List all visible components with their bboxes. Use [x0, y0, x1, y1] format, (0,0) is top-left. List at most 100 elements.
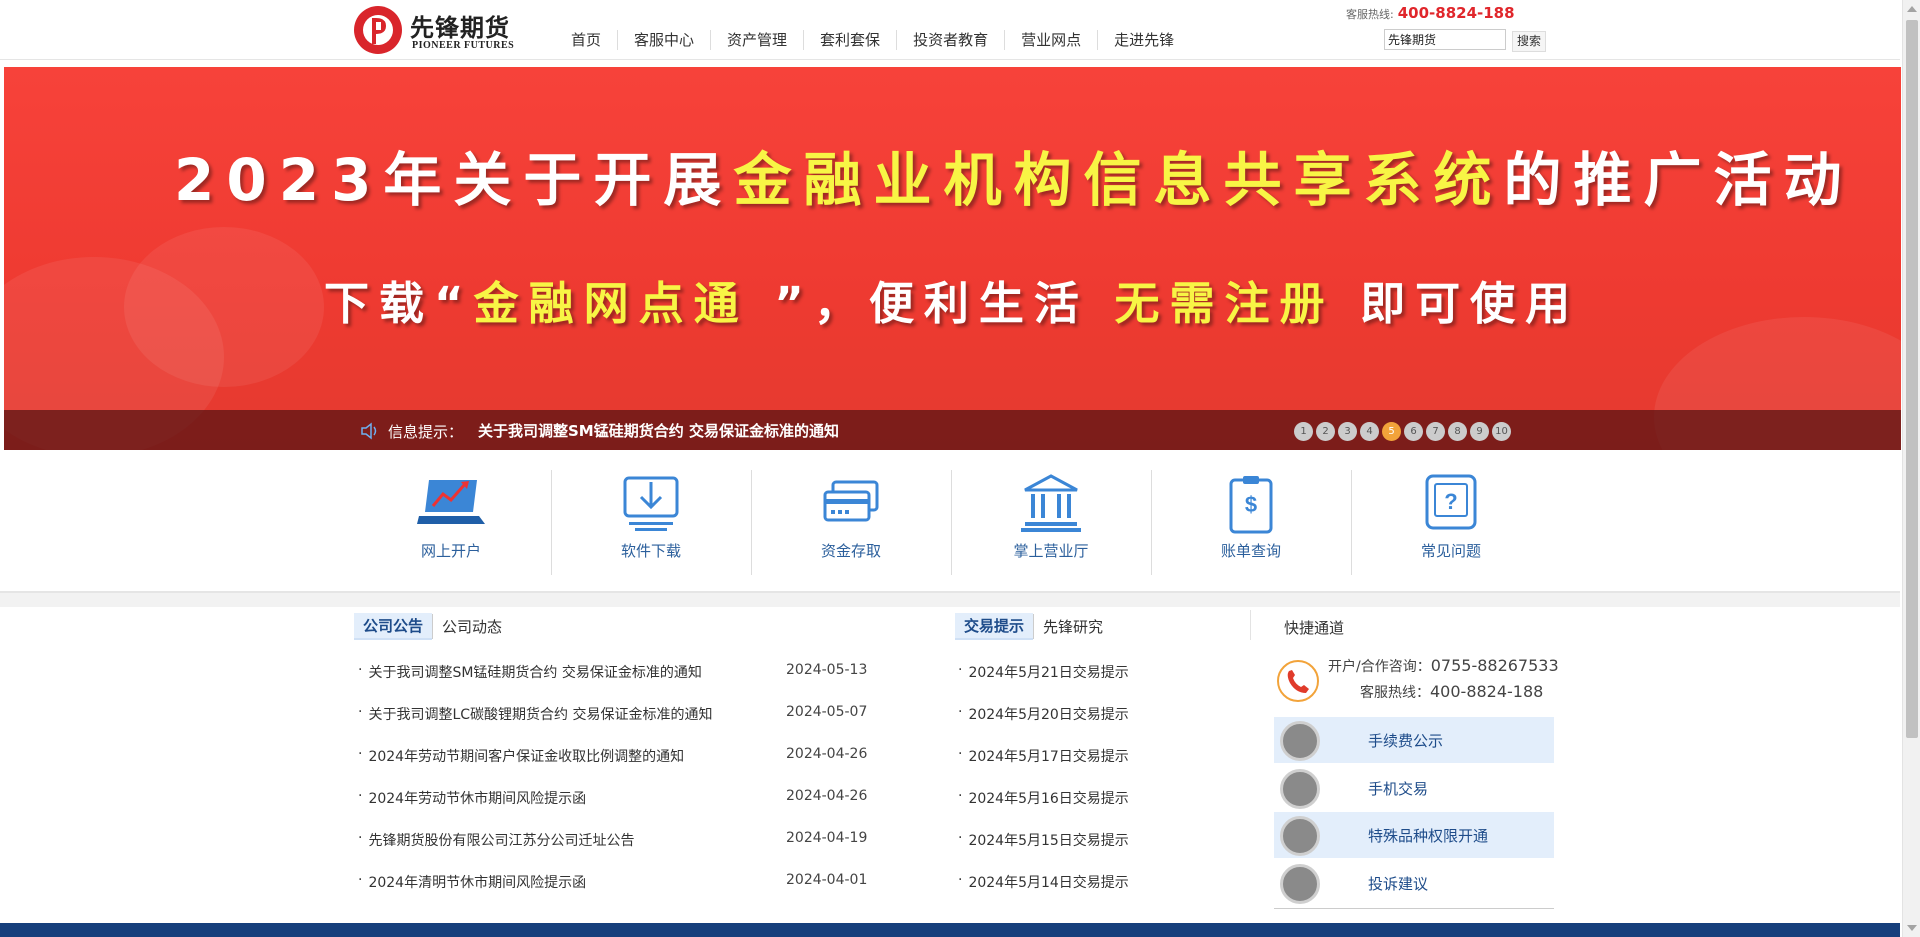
- tab-trading-tips[interactable]: 交易提示: [955, 613, 1034, 640]
- news-title[interactable]: 2024年劳动节期间客户保证金收取比例调整的通知: [368, 746, 684, 788]
- list-item[interactable]: · 2024年5月16日交易提示: [958, 788, 1218, 830]
- list-item[interactable]: · 2024年5月14日交易提示: [958, 872, 1218, 914]
- slide-dot[interactable]: 8: [1448, 422, 1467, 441]
- slide-dot[interactable]: 4: [1360, 422, 1379, 441]
- section-divider: [0, 592, 1900, 607]
- shortcut-mobile-trading[interactable]: 手机交易: [1274, 765, 1554, 811]
- list-item[interactable]: · 2024年5月20日交易提示: [958, 704, 1218, 746]
- nav-asset[interactable]: 资产管理: [711, 30, 805, 50]
- quick-statement[interactable]: $ 账单查询: [1151, 472, 1351, 580]
- news-title[interactable]: 2024年5月21日交易提示: [968, 662, 1128, 704]
- search-input[interactable]: [1384, 29, 1506, 50]
- hotline: 客服热线: 400-8824-188: [1346, 4, 1515, 22]
- list-item[interactable]: · 2024年清明节休市期间风险提示函 2024-04-01: [358, 872, 878, 914]
- bullet: ·: [958, 788, 963, 804]
- tab-company-news[interactable]: 公司动态: [432, 614, 511, 639]
- bullet: ·: [958, 872, 963, 888]
- news-title[interactable]: 关于我司调整SM锰硅期货合约 交易保证金标准的通知: [368, 662, 701, 704]
- scroll-thumb[interactable]: [1906, 20, 1918, 738]
- phone-icon: [1277, 660, 1319, 702]
- quick-label: 常见问题: [1420, 542, 1481, 560]
- quick-label: 资金存取: [820, 542, 881, 560]
- logo[interactable]: 先锋期货 PIONEER FUTURES: [352, 4, 527, 54]
- tab-company-notice[interactable]: 公司公告: [354, 613, 433, 640]
- list-item[interactable]: · 2024年5月17日交易提示: [958, 746, 1218, 788]
- slide-dot[interactable]: 3: [1338, 422, 1357, 441]
- news-title[interactable]: 2024年5月14日交易提示: [968, 872, 1128, 914]
- laptop-chart-icon: [417, 480, 485, 524]
- scroll-up-icon[interactable]: [1907, 6, 1917, 12]
- notice-label: 信息提示：: [388, 423, 464, 441]
- slide-dot[interactable]: 6: [1404, 422, 1423, 441]
- contact-consult: 开户/合作咨询：0755-88267533: [1328, 656, 1559, 676]
- news-title[interactable]: 2024年5月16日交易提示: [968, 788, 1128, 830]
- banner-subline-highlight: 金融网点通: [473, 277, 775, 330]
- news-title[interactable]: 2024年清明节休市期间风险提示函: [368, 872, 586, 914]
- list-item[interactable]: · 关于我司调整SM锰硅期货合约 交易保证金标准的通知 2024-05-13: [358, 662, 878, 704]
- list-item[interactable]: · 先锋期货股份有限公司江苏分公司迁址公告 2024-04-19: [358, 830, 878, 872]
- shortcut-complaints[interactable]: 投诉建议: [1274, 860, 1554, 906]
- slide-dot[interactable]: 9: [1470, 422, 1489, 441]
- banner-subline-part: ”，便利生活: [774, 277, 1115, 330]
- download-icon: [1280, 769, 1320, 809]
- scroll-down-icon[interactable]: [1907, 925, 1917, 931]
- question-icon: ?: [1425, 474, 1477, 530]
- trading-list: · 2024年5月21日交易提示 · 2024年5月20日交易提示 · 2024年5月…: [958, 662, 1218, 914]
- logo-text-cn: 先锋期货: [410, 13, 510, 42]
- banner-headline-part: 的推广活动: [1503, 146, 1854, 214]
- nav-about[interactable]: 走进先锋: [1098, 30, 1190, 50]
- nav-education[interactable]: 投资者教育: [897, 30, 1006, 50]
- quick-mobile-hall[interactable]: 掌上营业厅: [951, 472, 1151, 580]
- bullet: ·: [358, 830, 363, 846]
- news-title[interactable]: 先锋期货股份有限公司江苏分公司迁址公告: [368, 830, 634, 872]
- slide-dot-active[interactable]: 5: [1382, 422, 1401, 441]
- tab-research[interactable]: 先锋研究: [1033, 614, 1112, 639]
- printer-icon: [1280, 816, 1320, 856]
- divider: [1250, 610, 1251, 640]
- bullet: ·: [358, 704, 363, 720]
- bullet: ·: [958, 830, 963, 846]
- news-title[interactable]: 关于我司调整LC碳酸锂期货合约 交易保证金标准的通知: [368, 704, 712, 746]
- nav-home[interactable]: 首页: [555, 30, 619, 50]
- search-button[interactable]: 搜索: [1512, 31, 1546, 52]
- news-title[interactable]: 2024年劳动节休市期间风险提示函: [368, 788, 586, 830]
- nav-service[interactable]: 客服中心: [618, 30, 712, 50]
- contact-block: 开户/合作咨询：0755-88267533 客服热线：400-8824-188: [1276, 654, 1559, 714]
- banner-subline-part: 即可使用: [1334, 277, 1581, 330]
- news-title[interactable]: 2024年5月17日交易提示: [968, 746, 1128, 788]
- list-item[interactable]: · 2024年5月15日交易提示: [958, 830, 1218, 872]
- hotline-label: 客服热线:: [1346, 8, 1394, 21]
- bullet: ·: [358, 746, 363, 762]
- contact-label: 开户/合作咨询：: [1328, 659, 1431, 675]
- slide-dot[interactable]: 7: [1426, 422, 1445, 441]
- news-date: 2024-04-26: [786, 788, 868, 804]
- list-item[interactable]: · 2024年劳动节期间客户保证金收取比例调整的通知 2024-04-26: [358, 746, 878, 788]
- vertical-scrollbar[interactable]: [1902, 0, 1920, 937]
- news-title[interactable]: 2024年5月15日交易提示: [968, 830, 1128, 872]
- news-date: 2024-05-07: [786, 704, 868, 720]
- bullet: ·: [958, 746, 963, 762]
- nav-hedge[interactable]: 套利套保: [804, 30, 898, 50]
- list-item[interactable]: · 2024年5月21日交易提示: [958, 662, 1218, 704]
- news-date: 2024-05-13: [786, 662, 868, 678]
- notice-link[interactable]: 关于我司调整SM锰硅期货合约 交易保证金标准的通知: [478, 420, 839, 441]
- notice-bar: 信息提示： 关于我司调整SM锰硅期货合约 交易保证金标准的通知 1 2 3 4 …: [4, 410, 1901, 450]
- quick-funds[interactable]: 资金存取: [751, 472, 951, 580]
- quick-open-account[interactable]: 网上开户: [351, 472, 551, 580]
- quick-download[interactable]: 软件下载: [551, 472, 751, 580]
- nav-branches[interactable]: 营业网点: [1005, 30, 1099, 50]
- banner-subline: 下载“金融网点通 ”，便利生活 无需注册 即可使用: [324, 267, 1580, 332]
- document-icon: [1280, 721, 1320, 761]
- list-item[interactable]: · 关于我司调整LC碳酸锂期货合约 交易保证金标准的通知 2024-05-07: [358, 704, 878, 746]
- shortcut-fees[interactable]: 手续费公示: [1274, 717, 1554, 763]
- announcement-list: · 关于我司调整SM锰硅期货合约 交易保证金标准的通知 2024-05-13 · 关于…: [358, 662, 878, 914]
- shortcut-special-permission[interactable]: 特殊品种权限开通: [1274, 812, 1554, 858]
- quick-faq[interactable]: ? 常见问题: [1351, 472, 1551, 580]
- list-item[interactable]: · 2024年劳动节休市期间风险提示函 2024-04-26: [358, 788, 878, 830]
- slide-dot[interactable]: 2: [1316, 422, 1335, 441]
- slide-dot[interactable]: 10: [1492, 422, 1511, 441]
- slide-dot[interactable]: 1: [1294, 422, 1313, 441]
- news-title[interactable]: 2024年5月20日交易提示: [968, 704, 1128, 746]
- shortcut-label: 手机交易: [1368, 780, 1429, 798]
- hero-banner[interactable]: 2023年关于开展金融业机构信息共享系统的推广活动 下载“金融网点通 ”，便利生…: [4, 67, 1901, 450]
